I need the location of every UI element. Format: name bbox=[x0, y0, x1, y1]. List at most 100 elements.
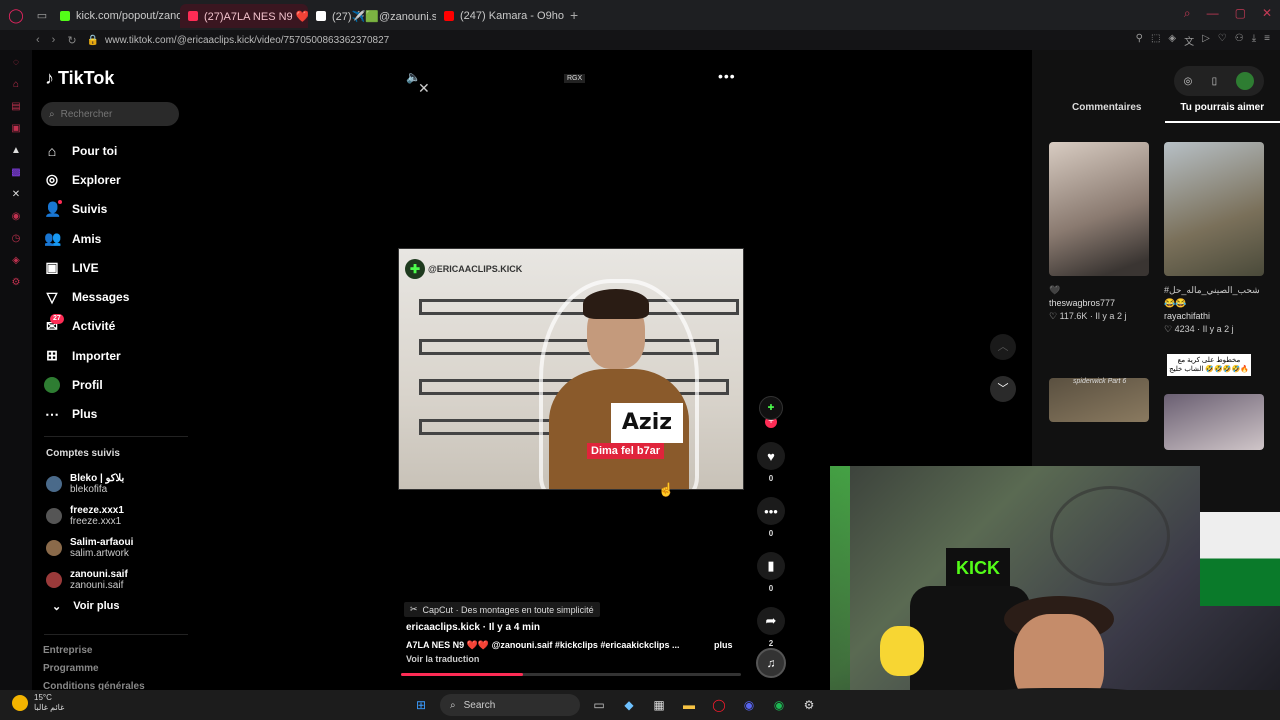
tiktok-favicon-icon bbox=[188, 11, 198, 21]
comment-icon[interactable]: ••• bbox=[757, 497, 785, 525]
spotify-icon[interactable]: ◉ bbox=[768, 694, 790, 716]
menu-messages[interactable]: ▽ Messages bbox=[44, 282, 130, 311]
cast-icon[interactable]: ▷ bbox=[1202, 33, 1210, 48]
easy-setup-icon[interactable]: ≡ bbox=[1264, 33, 1270, 48]
footer-link[interactable]: Programme bbox=[43, 660, 145, 678]
suggestion-thumbnail[interactable] bbox=[1049, 142, 1149, 276]
snapshot-icon[interactable]: ⬚ bbox=[1151, 33, 1160, 48]
share-arrow-icon[interactable]: ➦ bbox=[757, 607, 785, 635]
weather-widget[interactable]: 15°C غائم غالبا bbox=[12, 693, 64, 713]
suggestion-user[interactable]: theswagbros777 bbox=[1049, 297, 1126, 310]
following-item[interactable]: Salim-arfaoui salim.artwork bbox=[46, 532, 133, 564]
opera-taskbar-icon[interactable]: ◯ bbox=[708, 694, 730, 716]
tab-you-may-like[interactable]: Tu pourrais aimer bbox=[1164, 102, 1280, 123]
profile-avatar-icon[interactable] bbox=[1236, 72, 1255, 90]
device-icon[interactable]: ▯ bbox=[1212, 76, 1218, 87]
new-tab-button[interactable]: + bbox=[570, 7, 578, 23]
maximize-icon[interactable]: ▢ bbox=[1235, 6, 1246, 21]
music-player-icon[interactable]: ◉ bbox=[9, 210, 23, 224]
music-disc-icon[interactable]: ♫ bbox=[756, 648, 786, 678]
settings-icon[interactable]: ⚙ bbox=[9, 276, 23, 290]
tab-tiktok-2[interactable]: (27)✈️🟩@zanouni.saif 2 bbox=[308, 4, 436, 28]
more-button[interactable]: plus bbox=[714, 640, 733, 650]
vpn-icon[interactable]: ◈ bbox=[1168, 33, 1176, 48]
store-icon[interactable]: ▦ bbox=[648, 694, 670, 716]
copilot-icon[interactable]: ◆ bbox=[618, 694, 640, 716]
menu-amis[interactable]: 👥 Amis bbox=[44, 224, 129, 253]
search-input[interactable] bbox=[60, 108, 161, 120]
compass-icon[interactable]: ◎ bbox=[1184, 76, 1193, 87]
back-icon[interactable]: ‹ bbox=[36, 34, 40, 47]
suggestion-user[interactable]: rayachifathi bbox=[1164, 310, 1264, 323]
tab-comments[interactable]: Commentaires bbox=[1049, 102, 1165, 123]
author-line[interactable]: ericaaclips.kick · Il y a 4 min bbox=[406, 622, 540, 633]
task-view-icon[interactable]: ▭ bbox=[588, 694, 610, 716]
url-field[interactable]: www.tiktok.com/@ericaaclips.kick/video/7… bbox=[105, 35, 389, 46]
arc-icon[interactable]: ▲ bbox=[9, 144, 23, 158]
suggestion-thumbnail[interactable] bbox=[1164, 394, 1264, 450]
share-action[interactable]: ➦ 2 bbox=[757, 607, 785, 648]
bookmark-heart-icon[interactable]: ♡ bbox=[1218, 33, 1227, 48]
video-player[interactable]: ✚ @ERICAACLIPS.KICK Aziz Dima fel b7ar bbox=[398, 248, 744, 490]
x-icon[interactable]: ✕ bbox=[9, 188, 23, 202]
twitch-icon[interactable]: ▩ bbox=[9, 166, 23, 180]
download-icon[interactable]: ⤓ bbox=[1252, 33, 1256, 48]
forward-icon[interactable]: › bbox=[52, 34, 56, 47]
tab-tiktok-active[interactable]: (27)A7LA NES N9 ❤️❤️ @ bbox=[180, 4, 308, 28]
tab-title: kick.com/popout/zanoun bbox=[76, 10, 180, 22]
following-item[interactable]: Bleko | بلاكو blekofifa bbox=[46, 468, 133, 500]
menu-explorer[interactable]: ◎ Explorer bbox=[44, 165, 129, 194]
opera-ai-icon[interactable]: ◌ bbox=[9, 56, 23, 70]
like-action[interactable]: ♥ 0 bbox=[757, 442, 785, 483]
opera-bag-icon[interactable]: ⌂ bbox=[9, 78, 23, 92]
thumbnail-label: مخطوط على كرية مع الشاب خليج 🤣🤣🤣🤣🔥 bbox=[1167, 354, 1251, 376]
taskbar-search[interactable]: ⌕ Search bbox=[440, 694, 580, 716]
capcut-banner[interactable]: ✂ CapCut · Des montages en toute simplici… bbox=[404, 602, 600, 617]
messenger-icon[interactable]: ▤ bbox=[9, 100, 23, 114]
pin-icon[interactable]: ⚲ bbox=[1136, 33, 1143, 48]
see-more-button[interactable]: ⌄ Voir plus bbox=[52, 600, 119, 613]
following-item[interactable]: zanouni.saif zanouni.saif bbox=[46, 564, 133, 596]
share-icon[interactable]: ◈ bbox=[9, 254, 23, 268]
save-action[interactable]: ▮ 0 bbox=[757, 552, 785, 593]
menu-profil[interactable]: Profil bbox=[44, 370, 129, 399]
menu-plus[interactable]: ⋯ Plus bbox=[44, 400, 129, 429]
search-box[interactable]: ⌕ bbox=[41, 102, 179, 126]
suggestion-thumbnail[interactable] bbox=[1164, 142, 1264, 276]
translate-link[interactable]: Voir la traduction bbox=[406, 654, 479, 664]
discord-icon[interactable]: ◉ bbox=[738, 694, 760, 716]
footer-link[interactable]: Entreprise bbox=[43, 642, 145, 660]
heart-icon[interactable]: ♥ bbox=[757, 442, 785, 470]
more-options-icon[interactable]: ••• bbox=[718, 68, 736, 84]
menu-activite[interactable]: ✉ 27 Activité bbox=[44, 312, 129, 341]
reload-icon[interactable]: ↻ bbox=[67, 34, 76, 47]
following-item[interactable]: freeze.xxx1 freeze.xxx1 bbox=[46, 500, 133, 532]
minimize-icon[interactable]: — bbox=[1207, 6, 1219, 21]
menu-suivis[interactable]: 👤 Suivis bbox=[44, 195, 129, 224]
tab-kick[interactable]: kick.com/popout/zanoun bbox=[52, 4, 180, 28]
following-name: Bleko | بلاكو bbox=[70, 473, 125, 484]
translate-icon[interactable]: 文 bbox=[1184, 33, 1194, 48]
video-progress-bar[interactable] bbox=[401, 673, 741, 676]
search-tabs-icon[interactable]: ⌕ bbox=[1184, 6, 1191, 21]
bookmark-icon[interactable]: ▮ bbox=[757, 552, 785, 580]
steam-icon[interactable]: ⚙ bbox=[798, 694, 820, 716]
profile-icon[interactable]: ⚇ bbox=[1235, 33, 1244, 48]
previous-video-button[interactable]: ︿ bbox=[990, 334, 1016, 360]
tiktok-logo[interactable]: ♪ TikTok bbox=[45, 68, 114, 89]
close-icon[interactable]: ✕ bbox=[1262, 6, 1272, 21]
creator-avatar[interactable]: ✚ bbox=[759, 396, 783, 420]
clock-icon[interactable]: ◷ bbox=[9, 232, 23, 246]
whatsapp-icon[interactable]: ▣ bbox=[9, 122, 23, 136]
menu-importer[interactable]: ⊞ Importer bbox=[44, 341, 129, 370]
file-explorer-icon[interactable]: ▬ bbox=[678, 694, 700, 716]
tab-menu-icon[interactable]: ▭ bbox=[32, 9, 52, 22]
footer-links: Entreprise Programme Conditions générale… bbox=[43, 642, 145, 696]
next-video-button[interactable]: ﹀ bbox=[990, 376, 1016, 402]
menu-pour-toi[interactable]: ⌂ Pour toi bbox=[44, 136, 129, 165]
opera-logo-icon[interactable]: ◯ bbox=[0, 0, 32, 30]
tab-youtube[interactable]: (247) Kamara - O9houbo bbox=[436, 4, 564, 28]
windows-start-icon[interactable]: ⊞ bbox=[410, 694, 432, 716]
comment-action[interactable]: ••• 0 bbox=[757, 497, 785, 538]
menu-live[interactable]: ▣ LIVE bbox=[44, 253, 129, 282]
